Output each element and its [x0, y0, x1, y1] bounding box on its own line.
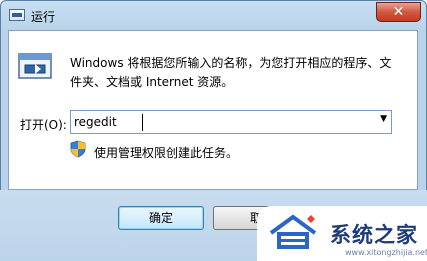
chevron-down-icon[interactable]: ▼: [380, 114, 387, 124]
watermark-url: www.xitongzhijia.net: [345, 248, 427, 257]
title-bar[interactable]: 运行 ✕: [1, 1, 426, 31]
dialog-description: Windows 将根据您所输入的名称，为您打开相应的程序、文件夹、文档或 Int…: [70, 56, 392, 89]
open-label: 打开(O):: [20, 118, 67, 132]
admin-note: 使用管理权限创建此任务。: [94, 146, 239, 160]
house-logo-icon: [269, 214, 317, 249]
ok-button[interactable]: 确定: [118, 206, 204, 230]
run-program-icon: [18, 53, 52, 79]
open-input-value[interactable]: regedit: [74, 115, 117, 129]
uac-shield-icon: [70, 140, 86, 158]
close-button[interactable]: ✕: [376, 2, 421, 22]
text-caret: [142, 114, 143, 131]
watermark-brand: 系统之家: [330, 223, 418, 247]
open-combobox[interactable]: regedit ▼: [70, 110, 392, 134]
run-window-icon: [9, 9, 25, 21]
window-title: 运行: [31, 10, 56, 24]
